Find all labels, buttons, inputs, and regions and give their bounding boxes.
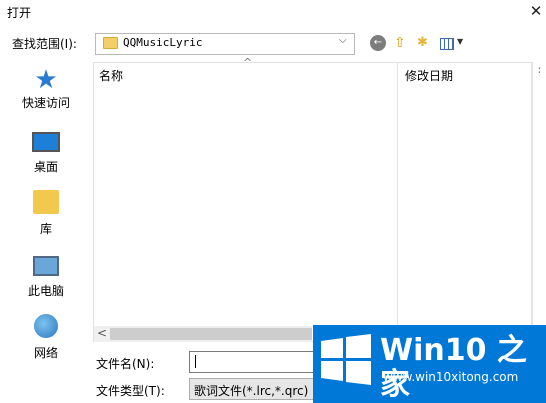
watermark-url: www.win10xitong.com (383, 370, 519, 384)
filename-input[interactable] (189, 351, 319, 373)
column-header-more[interactable]: ∶ (538, 64, 541, 77)
place-label: 库 (39, 222, 52, 236)
new-folder-icon[interactable]: ✱ (417, 35, 428, 53)
place-label: 此电脑 (27, 284, 64, 298)
column-header-name[interactable]: 名称 (99, 67, 123, 84)
view-dropdown-icon[interactable]: ▼ (457, 37, 463, 46)
close-button[interactable]: ✕ (526, 0, 546, 22)
up-folder-icon[interactable]: ⇧ (394, 35, 406, 53)
place-label: 快速访问 (21, 96, 70, 110)
library-icon (33, 190, 59, 214)
chevron-down-icon[interactable]: ⌵ (339, 35, 347, 46)
view-menu-icon[interactable] (440, 38, 454, 50)
filename-label: 文件名(N): (96, 357, 155, 371)
filetype-value: 歌词文件(*.lrc,*.qrc) (194, 384, 309, 398)
folder-icon (103, 37, 118, 49)
column-divider[interactable] (531, 62, 532, 327)
watermark-title: Win10 之家 (380, 333, 527, 402)
filetype-label: 文件类型(T): (96, 384, 165, 398)
place-network[interactable]: 网络 (3, 314, 89, 361)
sort-indicator: ^ (243, 56, 253, 69)
window-title: 打开 (7, 6, 32, 20)
back-icon[interactable]: ← (370, 35, 386, 51)
place-label: 桌面 (33, 160, 58, 174)
scroll-left-button[interactable]: < (97, 326, 107, 340)
file-list[interactable] (93, 62, 533, 342)
windows-logo-icon (321, 334, 371, 385)
column-header-date[interactable]: 修改日期 (405, 67, 453, 84)
places-bar: ★ 快速访问 桌面 库 此电脑 网络 (3, 62, 89, 382)
place-quick-access[interactable]: ★ 快速访问 (3, 66, 89, 111)
computer-icon (33, 256, 59, 276)
desktop-icon (32, 132, 60, 152)
place-label: 网络 (33, 346, 58, 360)
place-this-pc[interactable]: 此电脑 (3, 252, 89, 299)
scrollbar-thumb[interactable] (110, 328, 312, 340)
place-desktop[interactable]: 桌面 (3, 128, 89, 175)
star-icon: ★ (34, 65, 58, 95)
title-bar (0, 0, 546, 24)
column-divider[interactable] (397, 62, 398, 327)
look-in-value: QQMusicLyric (123, 36, 203, 49)
text-cursor (195, 355, 196, 368)
place-library[interactable]: 库 (3, 190, 89, 237)
network-icon (34, 314, 58, 338)
look-in-label: 查找范围(I): (12, 37, 77, 51)
